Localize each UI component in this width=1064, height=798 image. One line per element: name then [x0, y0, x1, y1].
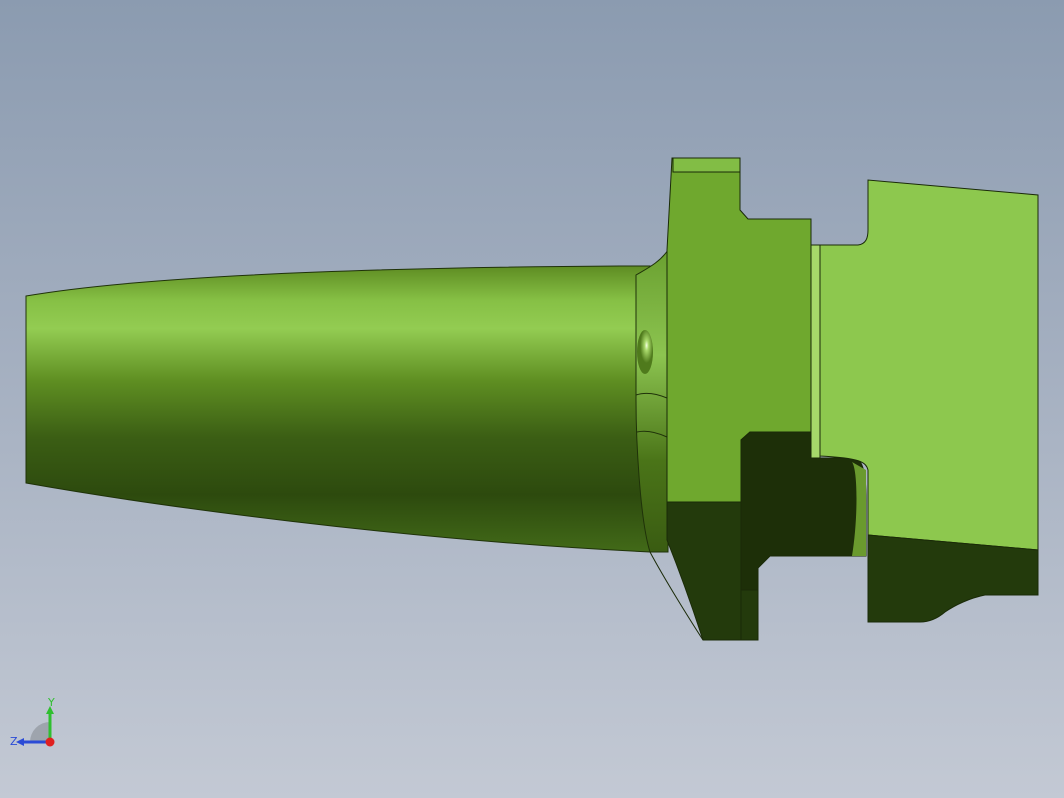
- taper-shank[interactable]: [25, 265, 651, 553]
- z-axis-label: Z: [10, 735, 18, 748]
- groove-step: [740, 589, 759, 641]
- y-axis-label: Y: [47, 696, 55, 709]
- neck-highlight: [637, 330, 653, 374]
- x-axis-dot: [45, 737, 55, 747]
- flange-top-rim: [672, 157, 741, 173]
- 3d-model-view[interactable]: [0, 0, 1064, 798]
- body-shadow[interactable]: [867, 534, 1039, 623]
- coordinate-triad: Y Z: [10, 696, 55, 748]
- collar-strip[interactable]: [810, 244, 821, 459]
- graphics-viewport[interactable]: Y Z: [0, 0, 1064, 798]
- flange-shadow[interactable]: [666, 501, 742, 641]
